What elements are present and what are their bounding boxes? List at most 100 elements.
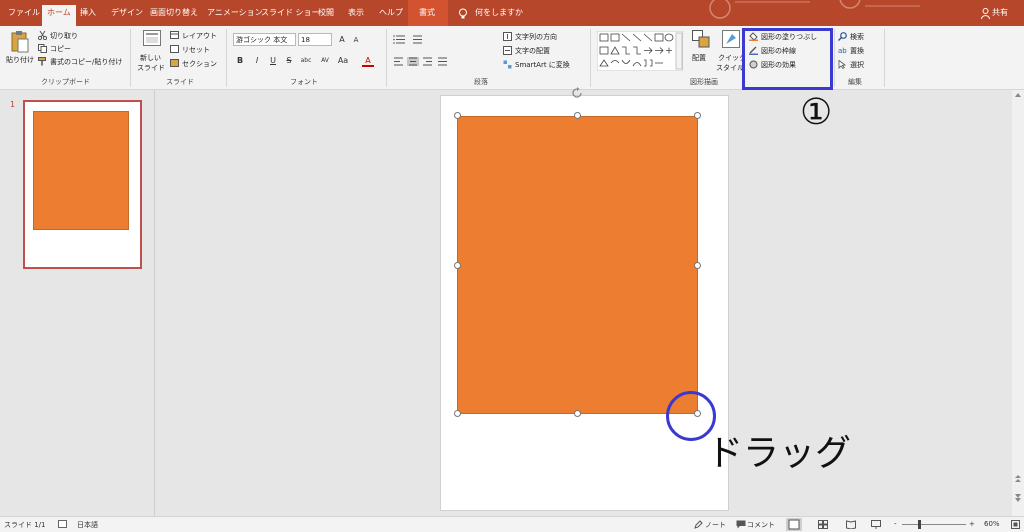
tab-format[interactable]: 書式 bbox=[419, 6, 435, 26]
separator bbox=[130, 29, 131, 87]
tab-view[interactable]: 表示 bbox=[348, 6, 364, 26]
new-slide-icon bbox=[143, 30, 161, 46]
zoom-in-button[interactable]: + bbox=[969, 520, 975, 528]
slideshow-icon[interactable] bbox=[871, 520, 881, 529]
zoom-level[interactable]: 60% bbox=[984, 520, 1000, 528]
circuit-decoration bbox=[709, 0, 920, 19]
tab-slideshow[interactable]: スライド ショー bbox=[261, 6, 320, 26]
resize-handle-bottom-left[interactable] bbox=[454, 410, 461, 417]
strikethrough-button[interactable]: S bbox=[283, 55, 295, 67]
scrollbar-arrows bbox=[1015, 93, 1021, 502]
normal-view-icon[interactable] bbox=[786, 518, 802, 531]
select-button[interactable]: 選択 bbox=[850, 60, 864, 70]
clipboard-paste-icon bbox=[10, 30, 30, 54]
scissors-icon bbox=[37, 30, 48, 41]
tab-home[interactable]: ホーム bbox=[42, 5, 76, 26]
cut-button[interactable]: 切り取り bbox=[50, 31, 78, 41]
section-button[interactable]: セクション bbox=[182, 59, 217, 69]
layout-button[interactable]: レイアウト bbox=[182, 31, 217, 41]
notes-button[interactable]: ノート bbox=[705, 520, 726, 530]
tab-design[interactable]: デザイン bbox=[111, 6, 143, 26]
resize-handle-left[interactable] bbox=[454, 262, 461, 269]
spellcheck-icon[interactable] bbox=[58, 520, 68, 529]
tab-animations[interactable]: アニメーション bbox=[207, 6, 263, 26]
resize-handle-top[interactable] bbox=[574, 112, 581, 119]
align-text-button[interactable]: 文字の配置 bbox=[515, 46, 550, 56]
editing-group-label: 編集 bbox=[848, 78, 862, 86]
underline-button[interactable]: U bbox=[267, 55, 279, 67]
list-icons[interactable] bbox=[393, 35, 433, 44]
reading-view-icon[interactable] bbox=[846, 520, 856, 530]
paste-button[interactable]: 貼り付け bbox=[6, 55, 34, 65]
tab-review[interactable]: 校閲 bbox=[318, 6, 334, 26]
smartart-icon bbox=[503, 60, 512, 69]
convert-smartart-button[interactable]: SmartArt に変換 bbox=[515, 60, 570, 70]
font-color-button[interactable]: A bbox=[362, 55, 374, 67]
share-button[interactable]: 共有 bbox=[992, 6, 1008, 26]
annotation-step-number: ① bbox=[800, 92, 833, 133]
separator bbox=[386, 29, 387, 87]
fit-to-window-icon[interactable] bbox=[1011, 520, 1020, 529]
clipboard-group-label: クリップボード bbox=[41, 78, 90, 86]
reset-button[interactable]: リセット bbox=[182, 45, 210, 55]
tab-help[interactable]: ヘルプ bbox=[379, 6, 403, 26]
drawing-group-label: 図形描画 bbox=[690, 78, 718, 86]
layout-icon bbox=[170, 31, 179, 39]
rotate-handle-icon[interactable] bbox=[571, 87, 583, 99]
zoom-slider-thumb[interactable] bbox=[918, 520, 921, 529]
paragraph-group-label: 段落 bbox=[474, 78, 488, 86]
new-slide-button-line2[interactable]: スライド bbox=[137, 63, 165, 73]
tab-file[interactable]: ファイル bbox=[8, 6, 40, 26]
font-group-label: フォント bbox=[290, 78, 318, 86]
text-direction-icon bbox=[503, 32, 512, 41]
slide-thumbnails-pane: 1 bbox=[0, 90, 155, 516]
selected-rectangle-shape[interactable] bbox=[457, 116, 698, 414]
replace-button[interactable]: 置換 bbox=[850, 46, 864, 56]
shapes-gallery[interactable] bbox=[596, 30, 684, 72]
new-slide-button[interactable]: 新しい bbox=[140, 53, 161, 63]
arrange-button[interactable]: 配置 bbox=[692, 53, 706, 63]
char-spacing-button[interactable]: AV bbox=[318, 55, 332, 67]
separator bbox=[884, 29, 885, 87]
change-case-button[interactable]: Aa bbox=[336, 55, 350, 67]
tab-insert[interactable]: 挿入 bbox=[80, 6, 96, 26]
notes-icon bbox=[694, 520, 703, 529]
slides-group-label: スライド bbox=[166, 78, 194, 86]
format-painter-button[interactable]: 書式のコピー/貼り付け bbox=[50, 57, 122, 67]
comments-button[interactable]: コメント bbox=[747, 520, 775, 530]
resize-handle-bottom[interactable] bbox=[574, 410, 581, 417]
resize-handle-right[interactable] bbox=[694, 262, 701, 269]
find-button[interactable]: 検索 bbox=[850, 32, 864, 42]
arrange-icon bbox=[692, 30, 710, 48]
svg-text:ab: ab bbox=[838, 47, 847, 55]
font-name-select[interactable]: 游ゴシック 本文 bbox=[233, 33, 296, 46]
section-icon bbox=[170, 59, 179, 67]
tab-transitions[interactable]: 画面切り替え bbox=[150, 6, 198, 26]
copy-icon bbox=[38, 44, 47, 53]
shrink-font-button[interactable]: A bbox=[350, 34, 362, 46]
zoom-slider[interactable] bbox=[902, 524, 966, 525]
vertical-scrollbar[interactable] bbox=[1012, 90, 1024, 516]
italic-button[interactable]: I bbox=[251, 55, 263, 67]
annotation-drag-label: ドラッグ bbox=[707, 433, 852, 474]
grow-font-button[interactable]: A bbox=[336, 34, 348, 46]
tell-me-search[interactable]: 何をしますか bbox=[475, 6, 523, 26]
slide-thumbnail[interactable] bbox=[23, 100, 142, 269]
zoom-out-button[interactable]: - bbox=[894, 520, 897, 528]
resize-handle-top-right[interactable] bbox=[694, 112, 701, 119]
slide-sorter-icon[interactable] bbox=[818, 520, 828, 529]
copy-button[interactable]: コピー bbox=[50, 44, 71, 54]
text-shadow-button[interactable]: abc bbox=[298, 55, 314, 67]
resize-handle-top-left[interactable] bbox=[454, 112, 461, 119]
format-painter-icon bbox=[38, 57, 47, 66]
language-status[interactable]: 日本語 bbox=[77, 520, 98, 530]
quick-styles-button-line2[interactable]: スタイル bbox=[716, 63, 744, 73]
align-icons[interactable] bbox=[393, 56, 468, 67]
font-size-select[interactable]: 18 bbox=[298, 33, 332, 46]
text-direction-button[interactable]: 文字列の方向 bbox=[515, 32, 557, 42]
slide-counter: スライド 1/1 bbox=[4, 521, 46, 529]
slide-number: 1 bbox=[10, 100, 16, 109]
person-icon bbox=[981, 8, 990, 20]
bold-button[interactable]: B bbox=[234, 55, 246, 67]
cursor-select-icon bbox=[838, 59, 847, 70]
